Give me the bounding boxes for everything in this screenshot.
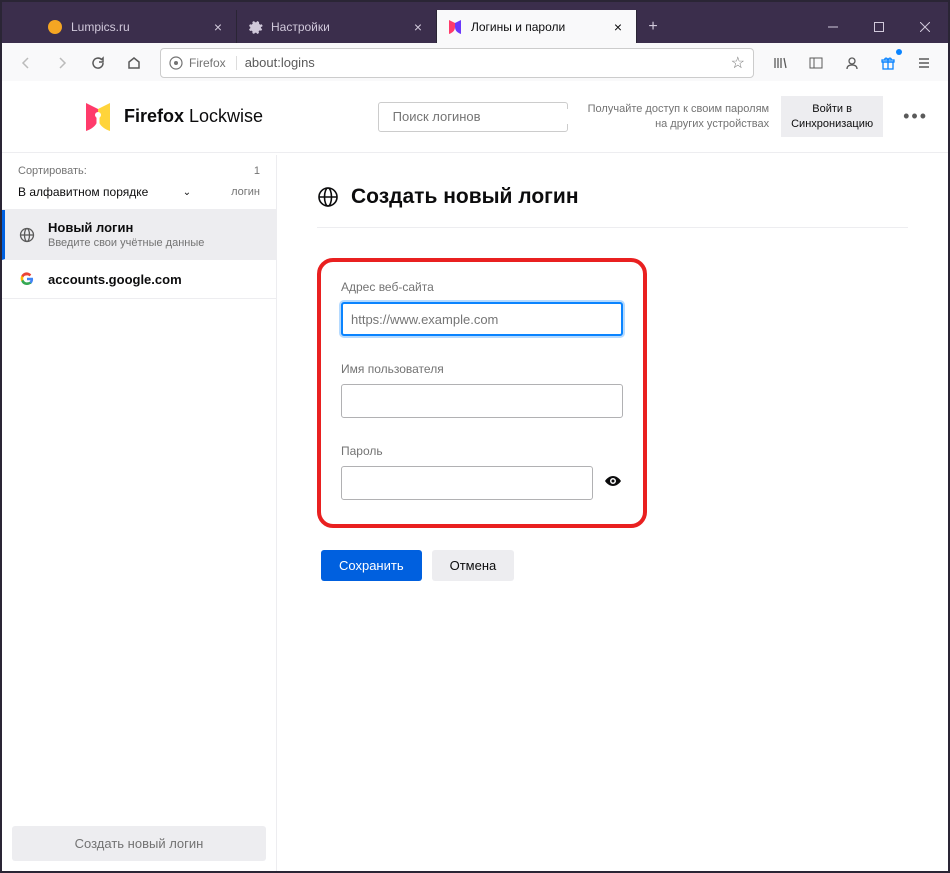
brand-bold: Firefox bbox=[124, 106, 184, 126]
nav-toolbar: Firefox ☆ bbox=[2, 43, 948, 83]
tab-strip: Lumpics.ru × Настройки × Логины и пароли… bbox=[37, 10, 810, 43]
menu-button[interactable] bbox=[908, 47, 940, 79]
firefox-icon bbox=[169, 56, 183, 70]
username-label: Имя пользователя bbox=[341, 362, 623, 376]
sidebar-button[interactable] bbox=[800, 47, 832, 79]
cancel-button[interactable]: Отмена bbox=[432, 550, 515, 581]
content: Сортировать: 1 В алфавитном порядке ⌄лог… bbox=[2, 83, 948, 871]
forward-button[interactable] bbox=[46, 47, 78, 79]
sort-row: Сортировать: 1 bbox=[2, 155, 276, 183]
globe-icon bbox=[18, 226, 36, 244]
login-item-google[interactable]: accounts.google.com bbox=[2, 260, 276, 299]
close-icon[interactable]: × bbox=[210, 19, 226, 35]
page-title: Создать новый логин bbox=[317, 185, 908, 228]
chevron-down-icon: ⌄ bbox=[183, 187, 191, 198]
search-input[interactable] bbox=[393, 109, 569, 124]
lockwise-header: Firefox Lockwise Получайте доступ к свои… bbox=[2, 81, 948, 153]
library-button[interactable] bbox=[764, 47, 796, 79]
titlebar: Lumpics.ru × Настройки × Логины и пароли… bbox=[2, 2, 948, 43]
login-item-title: Новый логин bbox=[48, 220, 204, 235]
sort-select[interactable]: В алфавитном порядке ⌄логин bbox=[2, 183, 276, 210]
account-button[interactable] bbox=[836, 47, 868, 79]
password-input[interactable] bbox=[341, 466, 593, 500]
create-login-button[interactable]: Создать новый логин bbox=[12, 826, 266, 861]
close-icon[interactable]: × bbox=[410, 19, 426, 35]
favicon-lockwise bbox=[447, 19, 463, 35]
url-input[interactable] bbox=[245, 55, 723, 70]
gift-button[interactable] bbox=[872, 47, 904, 79]
favicon-lumpics bbox=[47, 19, 63, 35]
home-button[interactable] bbox=[118, 47, 150, 79]
tab-label: Настройки bbox=[271, 20, 410, 34]
tab-logins[interactable]: Логины и пароли × bbox=[437, 10, 637, 43]
sort-label: Сортировать: bbox=[18, 165, 87, 177]
tab-label: Логины и пароли bbox=[471, 20, 610, 34]
brand-light: Lockwise bbox=[189, 106, 263, 126]
identity-label: Firefox bbox=[189, 56, 226, 70]
tab-lumpics[interactable]: Lumpics.ru × bbox=[37, 10, 237, 43]
password-field: Пароль bbox=[341, 444, 623, 500]
website-input[interactable] bbox=[341, 302, 623, 336]
website-label: Адрес веб-сайта bbox=[341, 280, 623, 294]
login-item-sub: Введите свои учётные данные bbox=[48, 237, 204, 249]
lockwise-icon bbox=[82, 101, 114, 133]
login-item-new[interactable]: Новый логин Введите свои учётные данные bbox=[2, 210, 276, 260]
reload-button[interactable] bbox=[82, 47, 114, 79]
sort-value: В алфавитном порядке bbox=[18, 185, 148, 199]
login-item-title: accounts.google.com bbox=[48, 272, 182, 287]
sync-login-button[interactable]: Войти в Синхронизацию bbox=[781, 96, 883, 137]
maximize-button[interactable] bbox=[856, 10, 902, 43]
close-icon[interactable]: × bbox=[610, 19, 626, 35]
form-actions: Сохранить Отмена bbox=[321, 550, 908, 581]
form-highlight: Адрес веб-сайта Имя пользователя Пароль bbox=[317, 258, 647, 528]
login-search[interactable] bbox=[378, 102, 568, 132]
lockwise-logo: Firefox Lockwise bbox=[82, 101, 263, 133]
globe-icon bbox=[317, 186, 339, 208]
more-menu-button[interactable]: ••• bbox=[903, 106, 928, 127]
new-tab-button[interactable]: + bbox=[637, 10, 669, 43]
gear-icon bbox=[247, 19, 263, 35]
sync-promo-text: Получайте доступ к своим паролям на друг… bbox=[588, 102, 769, 131]
login-list: Новый логин Введите свои учётные данные … bbox=[2, 210, 276, 816]
tab-label: Lumpics.ru bbox=[71, 20, 210, 34]
password-label: Пароль bbox=[341, 444, 623, 458]
window-controls bbox=[810, 10, 948, 43]
tab-settings[interactable]: Настройки × bbox=[237, 10, 437, 43]
google-icon bbox=[18, 270, 36, 288]
username-field: Имя пользователя bbox=[341, 362, 623, 418]
website-field: Адрес веб-сайта bbox=[341, 280, 623, 336]
bookmark-star-icon[interactable]: ☆ bbox=[731, 53, 745, 73]
close-window-button[interactable] bbox=[902, 10, 948, 43]
identity-box[interactable]: Firefox bbox=[169, 56, 237, 70]
reveal-password-icon[interactable] bbox=[603, 471, 623, 496]
username-input[interactable] bbox=[341, 384, 623, 418]
save-button[interactable]: Сохранить bbox=[321, 550, 422, 581]
back-button[interactable] bbox=[10, 47, 42, 79]
url-bar[interactable]: Firefox ☆ bbox=[160, 48, 754, 78]
login-detail: Создать новый логин Адрес веб-сайта Имя … bbox=[277, 155, 948, 871]
minimize-button[interactable] bbox=[810, 10, 856, 43]
login-sidebar: Сортировать: 1 В алфавитном порядке ⌄лог… bbox=[2, 155, 277, 871]
